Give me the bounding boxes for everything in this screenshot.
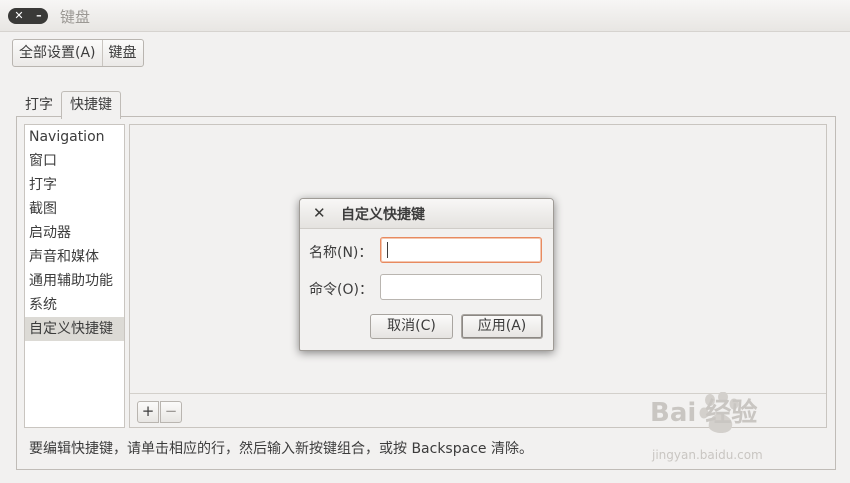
category-item-sound-media[interactable]: 声音和媒体 [25,245,124,269]
minimize-window-button[interactable]: – [36,8,42,24]
title-bar: ✕ – 键盘 [0,0,850,32]
tab-bar: 打字 快捷键 [17,90,121,119]
breadcrumb: 全部设置(A) 键盘 [12,39,144,67]
category-item-accessibility[interactable]: 通用辅助功能 [25,269,124,293]
tab-typing[interactable]: 打字 [17,93,61,118]
dialog-close-icon[interactable]: ✕ [313,204,326,222]
window-controls: ✕ – [8,8,48,24]
category-item-windows[interactable]: 窗口 [25,149,124,173]
category-item-system[interactable]: 系统 [25,293,124,317]
name-label: 名称(N)： [309,245,373,261]
category-item-custom-shortcuts[interactable]: 自定义快捷键 [25,317,124,341]
name-field[interactable] [380,237,542,263]
tab-shortcuts[interactable]: 快捷键 [61,91,121,119]
breadcrumb-all-settings-button[interactable]: 全部设置(A) [13,40,102,66]
category-item-screenshots[interactable]: 截图 [25,197,124,221]
watermark-url: jingyan.baidu.com [652,448,763,462]
cancel-button[interactable]: 取消(C) [370,314,453,339]
command-label: 命令(O)： [309,282,373,298]
remove-shortcut-button[interactable]: − [160,401,182,423]
close-window-button[interactable]: ✕ [14,8,23,24]
window-title: 键盘 [60,8,91,26]
hint-text: 要编辑快捷键，请单击相应的行，然后输入新按键组合，或按 Backspace 清除… [29,441,533,457]
category-item-launchers[interactable]: 启动器 [25,221,124,245]
apply-button[interactable]: 应用(A) [461,314,543,339]
dialog-title: 自定义快捷键 [341,207,425,223]
command-field[interactable] [380,274,542,300]
watermark-text: Bai 经验 [650,398,758,428]
custom-shortcut-dialog: ✕ 自定义快捷键 名称(N)： 命令(O)： 取消(C) 应用(A) [299,198,554,351]
breadcrumb-keyboard-button[interactable]: 键盘 [101,40,143,66]
add-shortcut-button[interactable]: + [137,401,159,423]
category-item-typing[interactable]: 打字 [25,173,124,197]
dialog-title-bar: ✕ 自定义快捷键 [300,199,553,229]
shortcut-category-list: Navigation 窗口 打字 截图 启动器 声音和媒体 通用辅助功能 系统 … [24,124,125,428]
text-caret [387,242,388,258]
category-item-navigation[interactable]: Navigation [25,125,124,149]
